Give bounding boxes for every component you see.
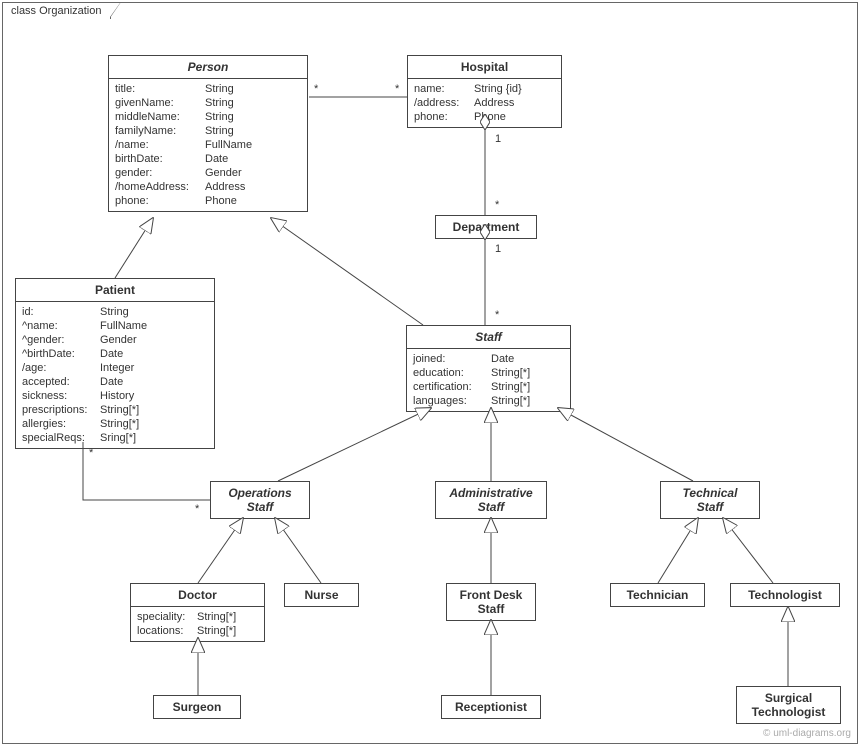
class-technologist: Technologist — [730, 583, 840, 607]
class-hospital-attrs: name:String {id} /address:Address phone:… — [408, 79, 561, 127]
class-technical-staff-title: Technical Staff — [661, 482, 759, 518]
class-technician-title: Technician — [611, 584, 704, 606]
class-surgeon: Surgeon — [153, 695, 241, 719]
class-administrative-staff: Administrative Staff — [435, 481, 547, 519]
class-receptionist: Receptionist — [441, 695, 541, 719]
mult-hosp-dept-star: * — [495, 199, 499, 211]
class-department-title: Department — [436, 216, 536, 238]
mult-person-hosp-right: * — [395, 83, 399, 95]
class-patient-title: Patient — [16, 279, 214, 302]
watermark: © uml-diagrams.org — [763, 728, 851, 739]
mult-dept-staff-star: * — [495, 309, 499, 321]
class-administrative-staff-title: Administrative Staff — [436, 482, 546, 518]
class-hospital-title: Hospital — [408, 56, 561, 79]
class-technician: Technician — [610, 583, 705, 607]
class-front-desk-staff: Front Desk Staff — [446, 583, 536, 621]
mult-hosp-dept-1: 1 — [495, 133, 501, 145]
class-patient-attrs: id:String ^name:FullName ^gender:Gender … — [16, 302, 214, 448]
class-doctor-title: Doctor — [131, 584, 264, 607]
frame-title: class Organization — [11, 5, 102, 17]
class-doctor-attrs: speciality:String[*] locations:String[*] — [131, 607, 264, 641]
class-operations-staff-title: Operations Staff — [211, 482, 309, 518]
class-receptionist-title: Receptionist — [442, 696, 540, 718]
class-technical-staff: Technical Staff — [660, 481, 760, 519]
class-surgical-technologist: Surgical Technologist — [736, 686, 841, 724]
class-nurse-title: Nurse — [285, 584, 358, 606]
class-hospital: Hospital name:String {id} /address:Addre… — [407, 55, 562, 128]
class-patient: Patient id:String ^name:FullName ^gender… — [15, 278, 215, 449]
class-nurse: Nurse — [284, 583, 359, 607]
class-department: Department — [435, 215, 537, 239]
class-person-title: Person — [109, 56, 307, 79]
class-technologist-title: Technologist — [731, 584, 839, 606]
mult-dept-staff-1: 1 — [495, 243, 501, 255]
class-person-attrs: title:String givenName:String middleName… — [109, 79, 307, 211]
class-staff-title: Staff — [407, 326, 570, 349]
mult-patient-ops-1: * — [89, 447, 93, 459]
frame-title-tab: class Organization — [2, 2, 111, 19]
class-front-desk-staff-title: Front Desk Staff — [447, 584, 535, 620]
mult-person-hosp-left: * — [314, 83, 318, 95]
class-operations-staff: Operations Staff — [210, 481, 310, 519]
diagram-frame: class Organization Person title:String g… — [2, 2, 858, 744]
class-surgical-technologist-title: Surgical Technologist — [737, 687, 840, 723]
mult-patient-ops-2: * — [195, 503, 199, 515]
class-staff-attrs: joined:Date education:String[*] certific… — [407, 349, 570, 411]
class-surgeon-title: Surgeon — [154, 696, 240, 718]
class-doctor: Doctor speciality:String[*] locations:St… — [130, 583, 265, 642]
class-person: Person title:String givenName:String mid… — [108, 55, 308, 212]
class-staff: Staff joined:Date education:String[*] ce… — [406, 325, 571, 412]
